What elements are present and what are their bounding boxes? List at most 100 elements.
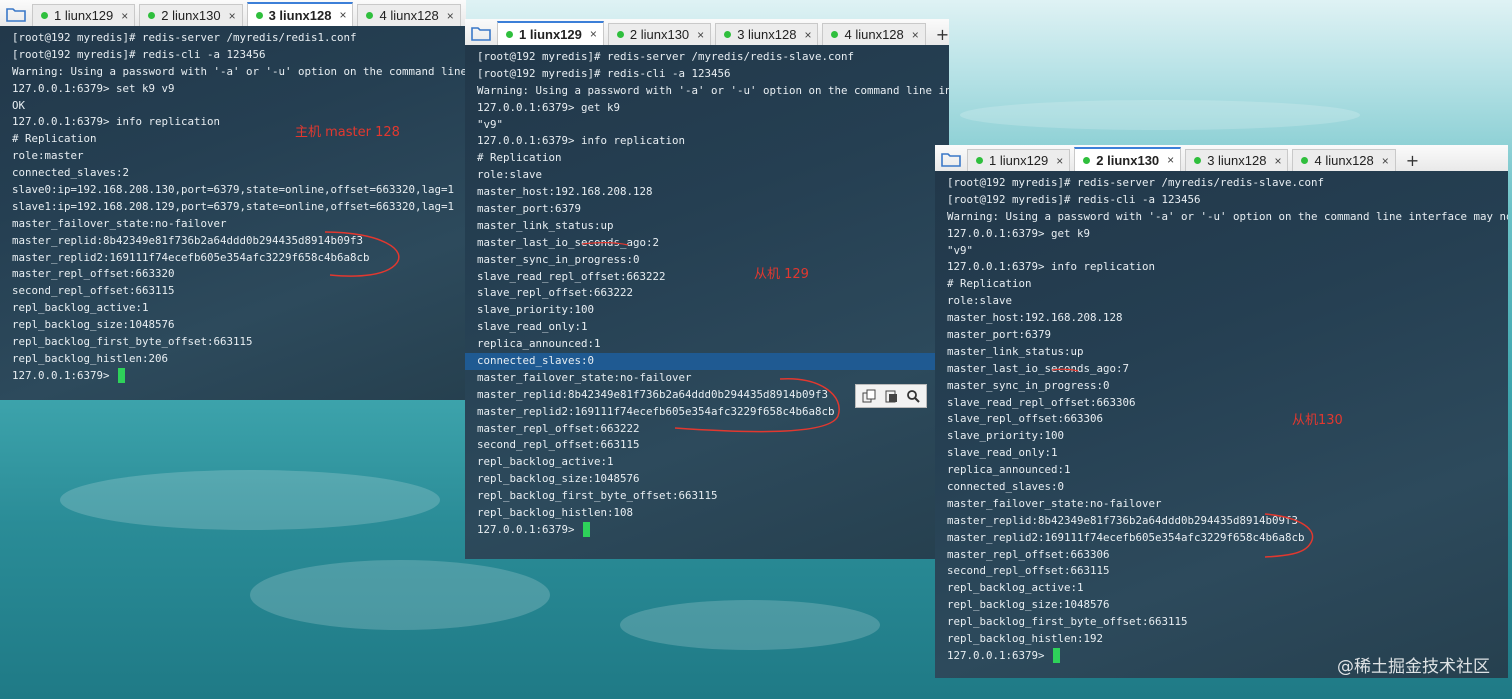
terminal-line: master_replid2:169111f74ecefb605e354afc3…: [947, 530, 1305, 544]
terminal-line: master_replid:8b42349e81f736b2a64ddd0b29…: [947, 513, 1299, 527]
close-icon[interactable]: ×: [590, 27, 597, 41]
terminal-line: master_sync_in_progress:0: [477, 252, 640, 266]
tab-2-liunx130[interactable]: 2 liunx130 ×: [1074, 147, 1182, 171]
annotation-label: 主机 master 128: [295, 125, 400, 140]
tab-2-liunx130[interactable]: 2 liunx130 ×: [139, 4, 243, 26]
terminal-line: 127.0.0.1:6379> get k9: [947, 226, 1091, 240]
tab-label: 1 liunx129: [989, 153, 1049, 168]
tab-bar: 1 liunx129 × 2 liunx130 × 3 liunx128 × 4 liunx…: [0, 0, 466, 27]
tab-1-liunx129[interactable]: 1 liunx129 ×: [497, 21, 604, 45]
close-icon[interactable]: ×: [339, 8, 346, 22]
close-icon[interactable]: ×: [229, 9, 236, 23]
copy-icon[interactable]: [859, 387, 879, 405]
terminal-line: master_port:6379: [947, 328, 1052, 342]
status-dot-icon: [831, 31, 839, 38]
terminal-line: repl_backlog_size:1048576: [947, 598, 1110, 612]
folder-icon[interactable]: [935, 147, 967, 171]
terminal-window-slave-129: 1 liunx129 × 2 liunx130 × 3 liunx128 × 4 liunx…: [465, 19, 949, 559]
paste-icon[interactable]: [881, 387, 901, 405]
terminal-line: repl_backlog_first_byte_offset:663115: [477, 489, 718, 503]
terminal-prompt-line[interactable]: 127.0.0.1:6379>: [12, 368, 466, 385]
close-icon[interactable]: ×: [912, 28, 919, 42]
terminal-line: Warning: Using a password with '-a' or '…: [477, 83, 949, 97]
search-icon[interactable]: [903, 387, 923, 405]
close-icon[interactable]: ×: [1274, 154, 1281, 168]
terminal-line: repl_backlog_active:1: [12, 301, 149, 315]
terminal-line: [root@192 myredis]# redis-cli -a 123456: [477, 66, 731, 80]
floating-toolbar: [855, 384, 927, 408]
annotation-underline: [1051, 368, 1079, 372]
terminal-line: slave_read_repl_offset:663222: [477, 269, 666, 283]
annotation-label: 从机130: [1292, 413, 1343, 428]
terminal-line: slave_repl_offset:663222: [477, 286, 634, 300]
folder-icon[interactable]: [0, 2, 32, 26]
status-dot-icon: [148, 12, 156, 19]
close-icon[interactable]: ×: [447, 9, 454, 23]
close-icon[interactable]: ×: [1056, 154, 1063, 168]
terminal-line: repl_backlog_first_byte_offset:663115: [947, 615, 1188, 629]
status-dot-icon: [1301, 157, 1309, 164]
terminal-prompt-line[interactable]: 127.0.0.1:6379>: [477, 522, 949, 539]
tab-1-liunx129[interactable]: 1 liunx129 ×: [32, 4, 136, 26]
terminal-line: repl_backlog_size:1048576: [12, 318, 175, 332]
terminal-line: replica_announced:1: [947, 463, 1071, 477]
close-icon[interactable]: ×: [1167, 153, 1174, 167]
terminal-line: [root@192 myredis]# redis-server /myredi…: [477, 50, 855, 63]
terminal-line: master_link_status:up: [477, 218, 614, 232]
annotation-label: 从机 129: [754, 267, 809, 282]
tab-4-liunx128[interactable]: 4 liunx128 ×: [822, 23, 926, 45]
tab-4-liunx128[interactable]: 4 liunx128 ×: [1292, 149, 1396, 171]
tab-label: 2 liunx130: [629, 27, 690, 42]
status-dot-icon: [1083, 156, 1091, 164]
terminal-line: connected_slaves:0: [465, 353, 949, 370]
terminal-line: master_last_io_seconds_ago:7: [947, 361, 1130, 375]
terminal-line: second_repl_offset:663115: [12, 284, 175, 298]
watermark: @稀土掘金技术社区: [1337, 657, 1490, 677]
tab-3-liunx128[interactable]: 3 liunx128 ×: [246, 2, 354, 26]
terminal-line: second_repl_offset:663115: [947, 564, 1110, 578]
terminal-line: replica_announced:1: [477, 337, 601, 351]
terminal-line: role:master: [12, 149, 84, 163]
terminal-line: [root@192 myredis]# redis-cli -a 123456: [947, 192, 1201, 206]
terminal-line: 127.0.0.1:6379> info replication: [477, 134, 686, 148]
annotation-scribble: [674, 378, 840, 433]
terminal-line: role:slave: [477, 168, 543, 182]
cursor: [583, 522, 591, 538]
status-dot-icon: [255, 11, 263, 19]
folder-icon[interactable]: [465, 21, 497, 45]
tab-label: 2 liunx130: [1096, 152, 1160, 168]
background-wave: [60, 470, 440, 530]
terminal-line: master_link_status:up: [947, 344, 1084, 358]
terminal-line: repl_backlog_size:1048576: [477, 472, 640, 486]
terminal-line: Warning: Using a password with '-a' or '…: [947, 209, 1508, 223]
terminal-output[interactable]: [root@192 myredis]# redis-server /myredi…: [465, 45, 949, 559]
terminal-output[interactable]: [root@192 myredis]# redis-server /myredi…: [0, 26, 466, 400]
terminal-line: repl_backlog_histlen:206: [12, 351, 169, 365]
annotation-scribble: [324, 231, 400, 277]
new-tab-button[interactable]: +: [1400, 149, 1425, 171]
terminal-line: slave_read_only:1: [477, 320, 588, 334]
close-icon[interactable]: ×: [804, 28, 811, 42]
tab-label: 3 liunx128: [268, 7, 332, 23]
status-dot-icon: [724, 31, 732, 38]
tab-3-liunx128[interactable]: 3 liunx128 ×: [715, 23, 819, 45]
tab-4-liunx128[interactable]: 4 liunx128 ×: [357, 4, 461, 26]
tab-3-liunx128[interactable]: 3 liunx128 ×: [1185, 149, 1289, 171]
status-dot-icon: [506, 30, 513, 38]
close-icon[interactable]: ×: [121, 9, 128, 23]
terminal-output[interactable]: [root@192 myredis]# redis-server /myredi…: [935, 171, 1508, 678]
terminal-line: slave0:ip=192.168.208.130,port=6379,stat…: [12, 183, 455, 197]
terminal-line: role:slave: [947, 294, 1013, 308]
terminal-line: second_repl_offset:663115: [477, 438, 640, 452]
close-icon[interactable]: ×: [697, 28, 704, 42]
tab-label: 4 liunx128: [844, 27, 904, 42]
terminal-line: Warning: Using a password with '-a' or '…: [12, 64, 466, 78]
terminal-line: # Replication: [477, 151, 562, 165]
background-wave: [250, 560, 550, 630]
close-icon[interactable]: ×: [1382, 154, 1389, 168]
tab-2-liunx130[interactable]: 2 liunx130 ×: [607, 23, 712, 45]
new-tab-button[interactable]: +: [930, 23, 955, 45]
background-wave: [620, 600, 880, 650]
tab-1-liunx129[interactable]: 1 liunx129 ×: [967, 149, 1071, 171]
terminal-line: master_host:192.168.208.128: [477, 185, 653, 199]
